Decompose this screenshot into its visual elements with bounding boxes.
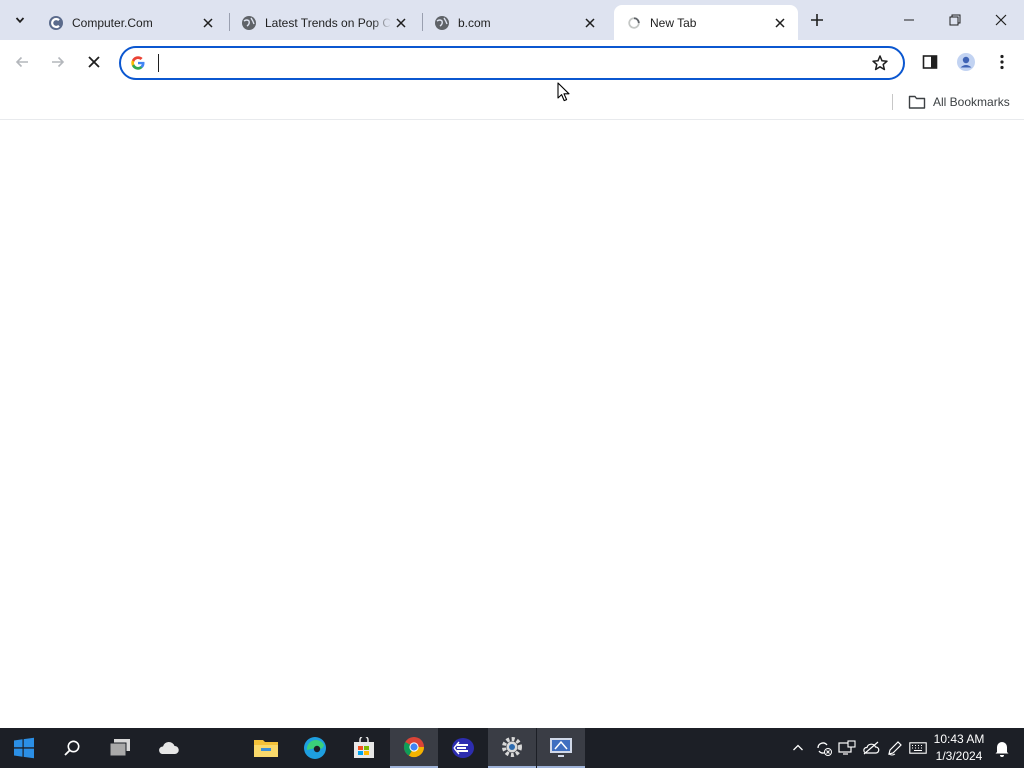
tab-title: Latest Trends on Pop Culture: [265, 15, 391, 30]
tab-latest-trends[interactable]: Latest Trends on Pop Culture: [229, 5, 419, 40]
profile-button[interactable]: [951, 47, 981, 77]
file-explorer-icon: [254, 740, 278, 757]
all-bookmarks-button[interactable]: All Bookmarks: [908, 92, 1010, 112]
close-icon: [995, 14, 1007, 26]
weather-icon: [159, 741, 179, 754]
edge-icon: [304, 737, 326, 759]
weather-button[interactable]: [144, 728, 192, 768]
all-bookmarks-label: All Bookmarks: [933, 95, 1010, 109]
plus-icon: [811, 14, 823, 26]
restore-button[interactable]: [932, 0, 978, 40]
bookmark-star-icon[interactable]: [871, 54, 889, 72]
keyboard-icon: [909, 742, 927, 754]
more-vertical-icon: [1000, 54, 1004, 70]
back-button[interactable]: [7, 47, 37, 77]
forward-button[interactable]: [43, 47, 73, 77]
tray-keyboard[interactable]: [908, 738, 928, 758]
avatar-icon: [957, 53, 975, 71]
remote-desktop-icon: [550, 738, 572, 757]
tray-overflow-button[interactable]: [788, 738, 808, 758]
tab-title: b.com: [458, 15, 491, 30]
page-content[interactable]: [0, 121, 1024, 728]
chevron-up-icon: [793, 744, 803, 751]
close-window-button[interactable]: [978, 0, 1024, 40]
tab-strip: Computer.Com Latest Trends on Pop Cultur…: [0, 0, 1024, 40]
tab-search-button[interactable]: [8, 8, 32, 32]
loading-icon: [626, 15, 642, 31]
close-tab-icon[interactable]: [580, 13, 600, 33]
edge-button[interactable]: [291, 728, 339, 768]
mouse-cursor-icon: [557, 82, 570, 102]
new-tab-button[interactable]: [804, 7, 830, 33]
tray-onedrive[interactable]: [861, 738, 881, 758]
system-clock[interactable]: 10:43 AM 1/3/2024: [928, 731, 990, 765]
text-caret: [158, 54, 159, 72]
app-e-icon: [452, 738, 474, 758]
chrome-button[interactable]: [390, 728, 438, 768]
tab-new-tab[interactable]: New Tab: [614, 5, 798, 40]
minimize-button[interactable]: [886, 0, 932, 40]
tray-pen[interactable]: [885, 738, 905, 758]
taskbar: 10:43 AM 1/3/2024: [0, 728, 1024, 768]
tab-title: New Tab: [650, 15, 697, 30]
side-panel-icon: [922, 55, 938, 69]
notifications-button[interactable]: [992, 738, 1012, 758]
start-icon: [14, 737, 34, 759]
file-explorer-button[interactable]: [242, 728, 290, 768]
chrome-icon: [403, 737, 425, 758]
address-bar[interactable]: [119, 46, 905, 80]
menu-button[interactable]: [987, 47, 1017, 77]
restore-icon: [949, 14, 961, 26]
globe-icon: [241, 15, 257, 31]
settings-icon: [502, 737, 522, 757]
notification-bell-icon: [995, 742, 1009, 757]
search-button[interactable]: [48, 728, 96, 768]
store-icon: [354, 737, 374, 758]
task-view-icon: [109, 739, 130, 757]
bookmarks-divider: [892, 94, 893, 110]
network-icon: [838, 740, 856, 755]
arrow-left-icon: [15, 56, 28, 68]
close-icon: [88, 56, 100, 68]
close-tab-icon[interactable]: [198, 13, 218, 33]
bookmarks-bar: All Bookmarks: [0, 84, 1024, 120]
search-icon: [64, 740, 80, 756]
clock-time: 10:43 AM: [933, 732, 985, 746]
address-input[interactable]: [157, 51, 857, 75]
side-panel-button[interactable]: [915, 47, 945, 77]
stop-loading-button[interactable]: [79, 47, 109, 77]
pen-icon: [888, 741, 902, 756]
tab-title: Computer.Com: [72, 15, 153, 30]
tab-b-com[interactable]: b.com: [422, 5, 608, 40]
tab-computer-com[interactable]: Computer.Com: [36, 5, 226, 40]
edge-c-icon: [48, 15, 64, 31]
start-button[interactable]: [0, 728, 48, 768]
store-button[interactable]: [340, 728, 388, 768]
app-e-button[interactable]: [439, 728, 487, 768]
google-g-icon: [131, 56, 145, 70]
folder-icon: [908, 95, 926, 109]
browser-toolbar: [0, 40, 1024, 84]
sync-error-icon: [817, 742, 832, 756]
settings-button[interactable]: [488, 728, 536, 768]
chevron-down-icon: [15, 17, 25, 24]
tray-network[interactable]: [837, 738, 857, 758]
minimize-icon: [904, 19, 914, 21]
task-view-button[interactable]: [96, 728, 144, 768]
close-tab-icon[interactable]: [391, 13, 411, 33]
globe-icon: [434, 15, 450, 31]
remote-desktop-button[interactable]: [537, 728, 585, 768]
clock-date: 1/3/2024: [935, 749, 983, 763]
arrow-right-icon: [52, 56, 65, 68]
tray-sync-status[interactable]: [814, 738, 834, 758]
cloud-icon: [863, 741, 880, 755]
close-tab-icon[interactable]: [770, 13, 790, 33]
